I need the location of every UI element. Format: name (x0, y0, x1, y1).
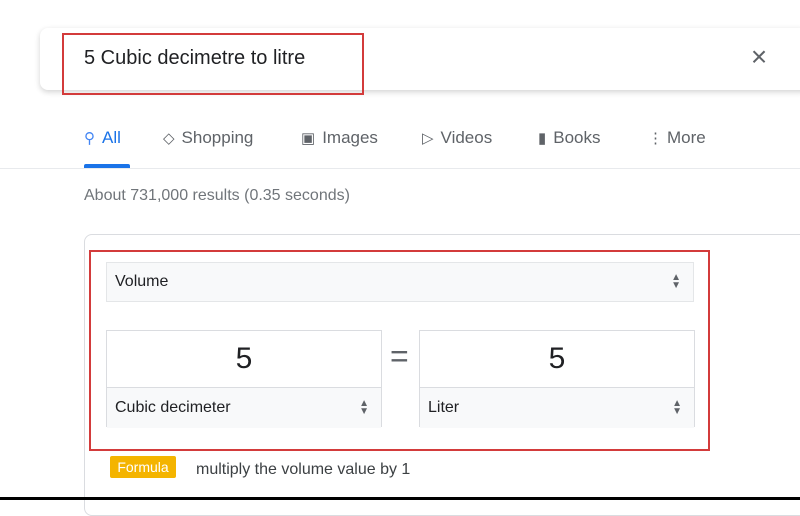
tab-images[interactable]: ▣ Images (301, 128, 378, 148)
book-icon: ▮ (538, 130, 547, 147)
select-arrows-icon: ▲ ▼ (671, 272, 681, 291)
to-unit-select[interactable]: Liter ▲ ▼ (420, 388, 694, 428)
from-unit-select[interactable]: Cubic decimeter ▲ ▼ (107, 388, 381, 428)
tab-shopping[interactable]: ◇ Shopping (163, 128, 253, 148)
formula-text: multiply the volume value by 1 (196, 461, 411, 478)
quantity-select[interactable]: Volume ▲ ▼ (106, 262, 694, 302)
tab-all[interactable]: ⚲ All (84, 128, 121, 148)
highlight-box-query (62, 33, 364, 95)
close-icon[interactable]: × (746, 43, 772, 71)
more-vert-icon: ⋮ (648, 130, 663, 147)
results-stats: About 731,000 results (0.35 seconds) (84, 187, 350, 204)
search-icon: ⚲ (84, 130, 95, 147)
to-value-input[interactable]: 5 (420, 331, 694, 388)
divider (0, 168, 800, 169)
from-unit-box: 5 Cubic decimeter ▲ ▼ (106, 330, 382, 428)
equals-sign: = (390, 338, 409, 374)
formula-badge: Formula (110, 456, 176, 478)
tag-icon: ◇ (163, 130, 175, 147)
from-value-input[interactable]: 5 (107, 331, 381, 388)
tab-videos[interactable]: ▷ Videos (422, 128, 492, 148)
tab-books[interactable]: ▮ Books (538, 128, 601, 148)
tab-more[interactable]: ⋮ More (648, 128, 706, 148)
image-icon: ▣ (301, 130, 316, 147)
to-unit-box: 5 Liter ▲ ▼ (419, 330, 695, 428)
select-arrows-icon: ▲ ▼ (359, 398, 369, 417)
play-icon: ▷ (422, 130, 434, 147)
select-arrows-icon: ▲ ▼ (672, 398, 682, 417)
